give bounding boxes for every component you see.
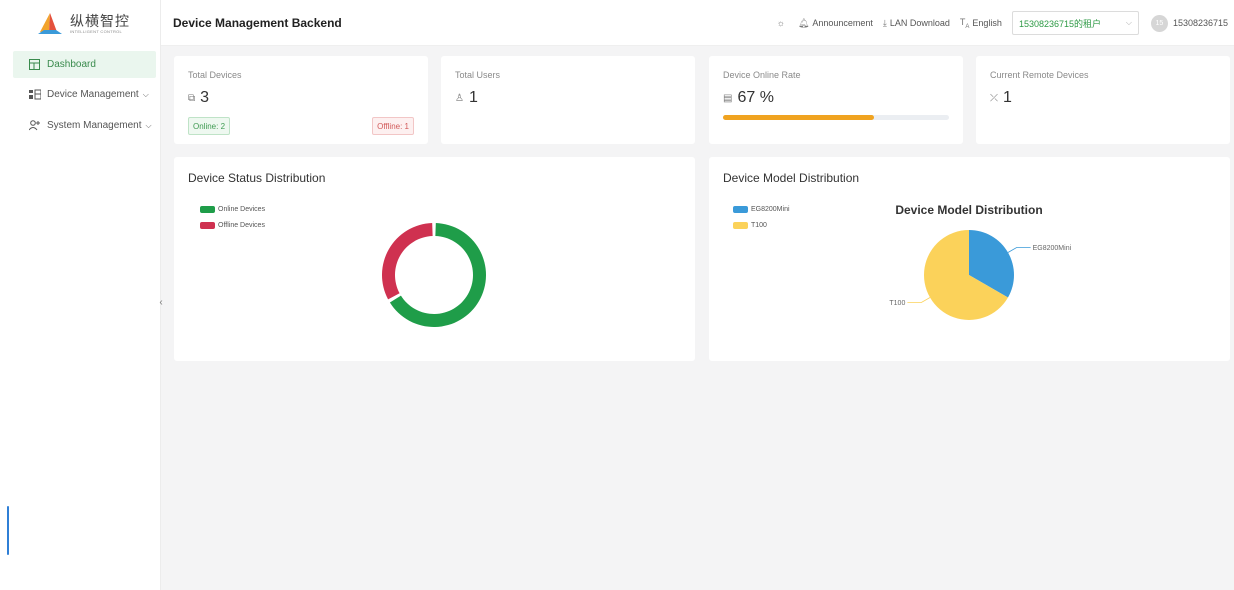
bell-icon: 🔔︎ bbox=[797, 17, 810, 28]
page-title: Device Management Backend bbox=[173, 16, 342, 30]
total-users-value: 1 bbox=[468, 89, 478, 106]
user-icon: ♙ bbox=[455, 92, 464, 104]
pie-label-line bbox=[1007, 247, 1031, 253]
donut-slice-offline-devices[interactable] bbox=[381, 223, 433, 300]
rate-icon: ▤ bbox=[723, 92, 733, 104]
stat-label: Total Devices bbox=[188, 70, 242, 80]
model-pie-chart: Device Model Distribution EG8200Mini T100 bbox=[889, 203, 1072, 320]
download-icon: ⤓ bbox=[882, 17, 887, 28]
logo-mark-icon bbox=[36, 12, 64, 36]
sidebar-item-label: Device Management bbox=[47, 89, 139, 100]
language-switcher[interactable]: TA English bbox=[960, 17, 1002, 30]
stat-label: Device Online Rate bbox=[723, 70, 801, 80]
stat-value: ▤ 67 % bbox=[723, 89, 774, 107]
progress-fill bbox=[723, 115, 875, 120]
pie-chart-title: Device Model Distribution bbox=[895, 203, 1042, 217]
dashboard-icon bbox=[28, 58, 41, 71]
logo-subtitle: INTELLIGENT CONTROL bbox=[70, 29, 123, 34]
total-devices-card: Total Devices ⧉ 3 Online: 2 Offline: 1 bbox=[174, 56, 428, 144]
device-status-panel: Device Status Distribution Online Device… bbox=[174, 157, 695, 361]
device-icon: ⧉ bbox=[188, 92, 196, 104]
sidebar-item-label: Dashboard bbox=[47, 59, 96, 70]
stat-label: Total Users bbox=[455, 70, 501, 80]
scroll-indicator bbox=[7, 506, 9, 555]
avatar[interactable]: 15 bbox=[1150, 14, 1168, 32]
sidebar: 纵横智控 INTELLIGENT CONTROL Dashboard Devic… bbox=[0, 0, 161, 590]
pie-label-line bbox=[907, 297, 931, 303]
collapse-sidebar-button[interactable]: ‹ bbox=[154, 293, 168, 311]
tenant-value: 15308236715的租户 bbox=[1018, 18, 1101, 29]
total-users-card: Total Users ♙ 1 bbox=[441, 56, 695, 144]
stat-value: ⧉ 3 bbox=[188, 89, 209, 107]
online-rate-value: 67 % bbox=[737, 89, 774, 106]
device-management-icon bbox=[28, 88, 41, 101]
chevron-down-icon: ⌵ bbox=[145, 120, 152, 130]
stat-label: Current Remote Devices bbox=[990, 70, 1089, 80]
chevron-down-icon: ⌵ bbox=[142, 89, 149, 99]
lan-download-button[interactable]: ⤓ LAN Download bbox=[883, 18, 950, 29]
pie-slice-label: EG8200Mini bbox=[1033, 245, 1072, 252]
sidebar-item-system-management[interactable]: System Management ⌵ bbox=[13, 112, 156, 139]
remote-devices-value: 1 bbox=[1003, 89, 1012, 106]
chevron-down-icon: ⌵ bbox=[1125, 18, 1132, 27]
total-devices-value: 3 bbox=[200, 89, 210, 106]
translate-icon: TA bbox=[959, 16, 970, 30]
sidebar-item-device-management[interactable]: Device Management ⌵ bbox=[13, 81, 156, 108]
tenant-select[interactable]: 15308236715的租户 ⌵ bbox=[1011, 11, 1139, 35]
online-rate-card: Device Online Rate ▤ 67 % bbox=[709, 56, 963, 144]
sun-icon: ☼ bbox=[776, 18, 785, 28]
remote-devices-card: Current Remote Devices ⤫ 1 bbox=[976, 56, 1230, 144]
device-model-panel: Device Model Distribution EG8200Mini T10… bbox=[709, 157, 1230, 361]
logo-title: 纵横智控 bbox=[70, 13, 130, 29]
lan-download-label: LAN Download bbox=[889, 18, 950, 28]
stat-value: ⤫ 1 bbox=[990, 89, 1012, 107]
sidebar-item-dashboard[interactable]: Dashboard bbox=[13, 51, 156, 78]
top-bar: Device Management Backend ☼ 🔔︎ Announcem… bbox=[161, 0, 1234, 46]
username[interactable]: 15308236715 bbox=[1173, 18, 1228, 28]
online-rate-progress-bar bbox=[723, 115, 949, 120]
logo[interactable]: 纵横智控 INTELLIGENT CONTROL bbox=[36, 12, 130, 36]
announcement-button[interactable]: 🔔︎ Announcement bbox=[798, 18, 873, 29]
announcement-label: Announcement bbox=[812, 18, 873, 28]
stat-value: ♙ 1 bbox=[455, 89, 478, 107]
system-management-icon bbox=[28, 119, 41, 132]
remote-icon: ⤫ bbox=[990, 92, 998, 104]
status-donut-chart bbox=[381, 223, 486, 327]
offline-badge: Offline: 1 bbox=[372, 117, 414, 135]
theme-toggle-button[interactable]: ☼ bbox=[777, 18, 788, 28]
online-badge: Online: 2 bbox=[188, 117, 231, 135]
language-label: English bbox=[972, 17, 1002, 28]
pie-slice-label: T100 bbox=[889, 300, 905, 307]
sidebar-item-label: System Management bbox=[47, 120, 142, 131]
